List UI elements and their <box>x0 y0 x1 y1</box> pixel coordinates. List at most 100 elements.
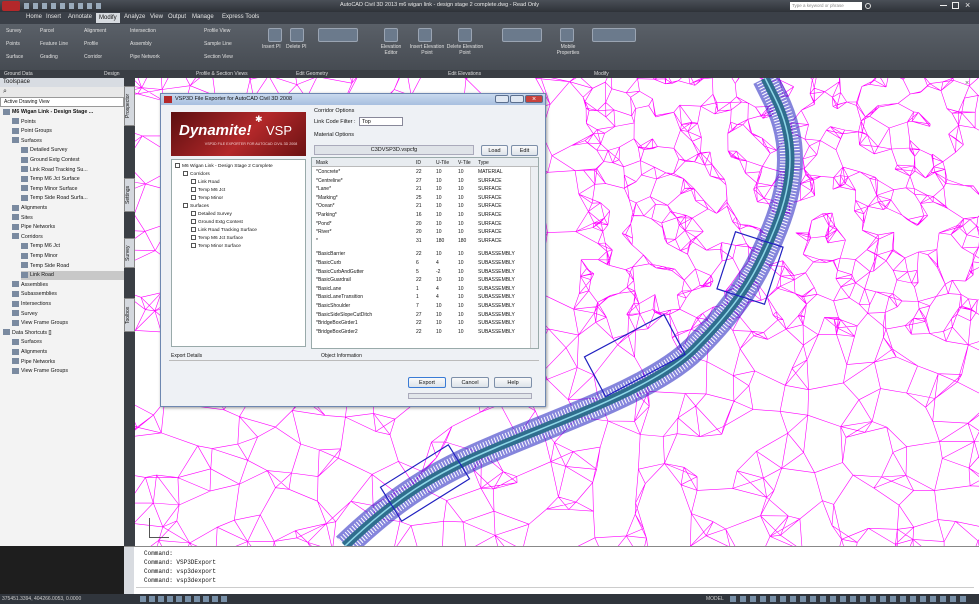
tree-item[interactable]: Surfaces <box>12 137 124 146</box>
viewport-close-icon[interactable]: × <box>965 80 969 87</box>
dialog-close-button[interactable]: × <box>525 95 543 103</box>
search-icon[interactable] <box>865 3 871 9</box>
tree-item[interactable]: M6 Wigan Link - Design Stage ... <box>3 108 124 117</box>
tree-item[interactable]: Temp Minor <box>21 252 124 261</box>
load-button[interactable]: Load <box>481 145 508 156</box>
tree-item[interactable]: Alignments <box>12 348 124 357</box>
tree-item[interactable]: Pipe Networks <box>12 358 124 367</box>
panel-edit-elevations[interactable]: Edit Elevations <box>448 71 481 77</box>
tree-item[interactable]: Pipe Networks <box>12 223 124 232</box>
status-tray-icons[interactable] <box>730 596 970 602</box>
tab-analyze[interactable]: Analyze <box>124 14 145 20</box>
table-scrollbar[interactable] <box>530 167 538 348</box>
export-button[interactable]: Export <box>408 377 446 388</box>
ribbon-feature-line[interactable]: Feature Line <box>40 41 68 47</box>
cancel-button[interactable]: Cancel <box>451 377 489 388</box>
checkbox-icon[interactable] <box>191 235 196 241</box>
tab-insert[interactable]: Insert <box>46 14 61 20</box>
tree-item[interactable]: View Frame Groups <box>12 319 124 328</box>
tree-item[interactable]: Data Shortcuts [] <box>3 329 124 338</box>
minimize-icon[interactable] <box>940 5 947 6</box>
view-selector[interactable]: Active Drawing View <box>0 97 124 107</box>
checkbox-icon[interactable] <box>191 211 196 217</box>
close-icon[interactable]: × <box>965 0 970 10</box>
export-tree-item[interactable]: Surfaces <box>183 203 209 211</box>
export-tree-item[interactable]: Ground Extg Contest <box>191 219 243 227</box>
tree-item[interactable]: Temp M6 Jct Surface <box>21 175 124 184</box>
config-file-field[interactable]: C3DVSP3D.vspcfg <box>314 145 474 155</box>
checkbox-icon[interactable] <box>191 219 196 225</box>
tree-item[interactable]: Detailed Survey <box>21 146 124 155</box>
column-header[interactable]: Type <box>478 160 489 166</box>
export-tree-item[interactable]: Temp Minor <box>191 195 223 203</box>
help-search-input[interactable]: Type a keyword or phrase <box>790 2 862 10</box>
column-header[interactable]: ID <box>416 160 421 166</box>
dialog-maximize-button[interactable] <box>510 95 524 103</box>
checkbox-icon[interactable] <box>191 187 196 193</box>
panel-ground-data[interactable]: Ground Data <box>4 71 33 77</box>
ribbon-alignment[interactable]: Alignment <box>84 28 106 34</box>
tree-item[interactable]: Surfaces <box>12 338 124 347</box>
tree-item[interactable]: Temp Minor Surface <box>21 185 124 194</box>
tree-item[interactable]: Point Groups <box>12 127 124 136</box>
ribbon-pipe-network[interactable]: Pipe Network <box>130 54 160 60</box>
maximize-icon[interactable] <box>952 2 959 9</box>
elevation-editor-icon[interactable] <box>384 28 398 42</box>
export-tree-item[interactable]: Link Road <box>191 179 220 187</box>
drafting-toggles[interactable] <box>140 596 230 602</box>
tab-annotate[interactable]: Annotate <box>68 14 92 20</box>
tree-item[interactable]: Points <box>12 118 124 127</box>
link-code-filter-input[interactable]: Top <box>359 117 403 126</box>
tree-item[interactable]: Sites <box>12 214 124 223</box>
tree-item[interactable]: Assemblies <box>12 281 124 290</box>
delete-elevation-point-icon[interactable] <box>458 28 472 42</box>
tree-item[interactable]: Ground Extg Contest <box>21 156 124 165</box>
checkbox-icon[interactable] <box>175 163 180 169</box>
quick-access-toolbar[interactable] <box>24 3 104 9</box>
checkbox-icon[interactable] <box>191 227 196 233</box>
tree-item[interactable]: Alignments <box>12 204 124 213</box>
dialog-minimize-button[interactable] <box>495 95 509 103</box>
insert-elevation-point-icon[interactable] <box>418 28 432 42</box>
column-header[interactable]: Mask <box>316 160 328 166</box>
panel-profile-section-views[interactable]: Profile & Section Views <box>196 71 248 77</box>
tree-item[interactable]: Survey <box>12 310 124 319</box>
geometry-tools-icon[interactable] <box>318 28 358 42</box>
tree-item[interactable]: Temp Side Road <box>21 262 124 271</box>
export-tree-item[interactable]: Link Road Tracking Surface <box>191 227 257 235</box>
ribbon-sample-line[interactable]: Sample Line <box>204 41 232 47</box>
ribbon-grading[interactable]: Grading <box>40 54 58 60</box>
ribbon-profile-view[interactable]: Profile View <box>204 28 230 34</box>
checkbox-icon[interactable] <box>191 243 196 249</box>
app-logo-icon[interactable] <box>2 1 20 11</box>
checkbox-icon[interactable] <box>183 203 188 209</box>
tree-item[interactable]: Link Road Tracking Su... <box>21 166 124 175</box>
ribbon-surface[interactable]: Surface <box>6 54 23 60</box>
ribbon-profile[interactable]: Profile <box>84 41 98 47</box>
ribbon-mobile-properties[interactable]: Mobile Properties <box>556 44 580 56</box>
ribbon-assembly[interactable]: Assembly <box>130 41 152 47</box>
toolspace-search-icon[interactable]: ⌕ <box>3 88 7 96</box>
insert-pi-icon[interactable] <box>268 28 282 42</box>
model-space-button[interactable]: MODEL <box>706 596 724 602</box>
ribbon-corridor[interactable]: Corridor <box>84 54 102 60</box>
tree-item[interactable]: View Frame Groups <box>12 367 124 376</box>
tree-item[interactable]: Corridors <box>12 233 124 242</box>
ribbon-elevation-editor[interactable]: Elevation Editor <box>378 44 404 56</box>
tab-modify[interactable]: Modify <box>96 13 120 23</box>
modify-tools-icon[interactable] <box>592 28 636 42</box>
delete-pi-icon[interactable] <box>290 28 304 42</box>
tab-express-tools[interactable]: Express Tools <box>222 14 259 20</box>
ribbon-points[interactable]: Points <box>6 41 20 47</box>
ribbon-insert-elevation-point[interactable]: Insert Elevation Point <box>408 44 446 56</box>
panel-design[interactable]: Design <box>104 71 120 77</box>
ribbon-parcel[interactable]: Parcel <box>40 28 54 34</box>
export-tree-item[interactable]: M6 Wigan Link - Design Stage 2 Complete <box>175 163 273 171</box>
properties-icon[interactable] <box>560 28 574 42</box>
help-button[interactable]: Help <box>494 377 532 388</box>
ribbon-delete-elevation-point[interactable]: Delete Elevation Point <box>446 44 484 56</box>
tab-output[interactable]: Output <box>168 14 186 20</box>
tab-view[interactable]: View <box>150 14 163 20</box>
tree-item[interactable]: Subassemblies <box>12 290 124 299</box>
tab-survey[interactable]: Survey <box>124 238 135 268</box>
